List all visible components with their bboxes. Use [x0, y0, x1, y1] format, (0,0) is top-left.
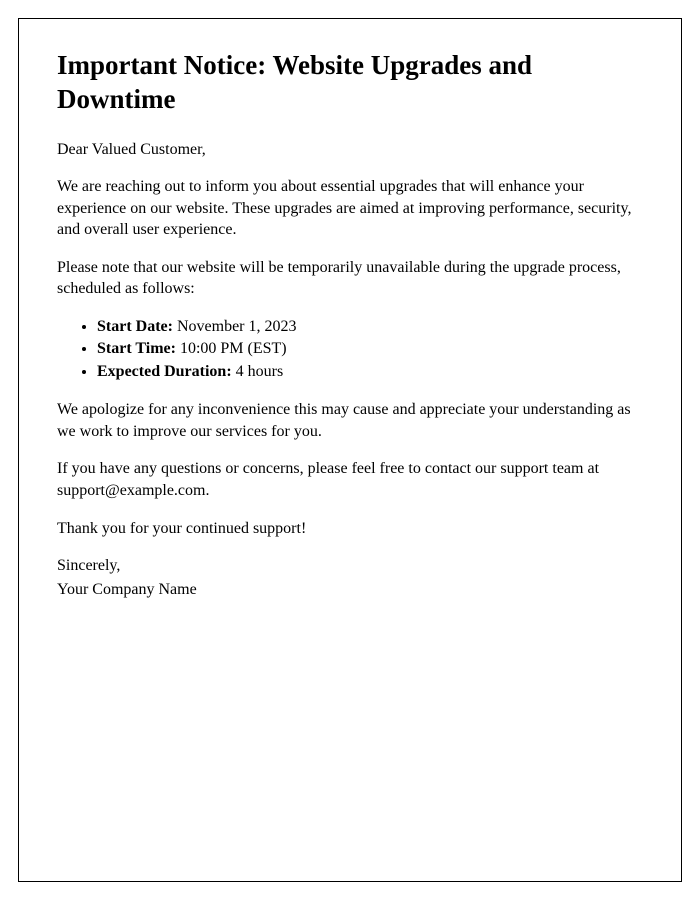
signoff: Sincerely,: [57, 555, 643, 577]
document-title: Important Notice: Website Upgrades and D…: [57, 49, 643, 117]
intro-paragraph: We are reaching out to inform you about …: [57, 176, 643, 241]
list-item: Start Time: 10:00 PM (EST): [97, 338, 643, 360]
document-page: Important Notice: Website Upgrades and D…: [18, 18, 682, 882]
schedule-label: Start Date:: [97, 318, 173, 335]
schedule-label: Expected Duration:: [97, 363, 232, 380]
thanks-paragraph: Thank you for your continued support!: [57, 518, 643, 540]
schedule-intro: Please note that our website will be tem…: [57, 257, 643, 300]
list-item: Start Date: November 1, 2023: [97, 316, 643, 338]
schedule-value: November 1, 2023: [173, 318, 297, 335]
list-item: Expected Duration: 4 hours: [97, 361, 643, 383]
greeting: Dear Valued Customer,: [57, 139, 643, 161]
schedule-list: Start Date: November 1, 2023 Start Time:…: [97, 316, 643, 383]
schedule-label: Start Time:: [97, 340, 176, 357]
apology-paragraph: We apologize for any inconvenience this …: [57, 399, 643, 442]
company-name: Your Company Name: [57, 579, 643, 601]
schedule-value: 10:00 PM (EST): [176, 340, 287, 357]
contact-paragraph: If you have any questions or concerns, p…: [57, 458, 643, 501]
schedule-value: 4 hours: [232, 363, 284, 380]
